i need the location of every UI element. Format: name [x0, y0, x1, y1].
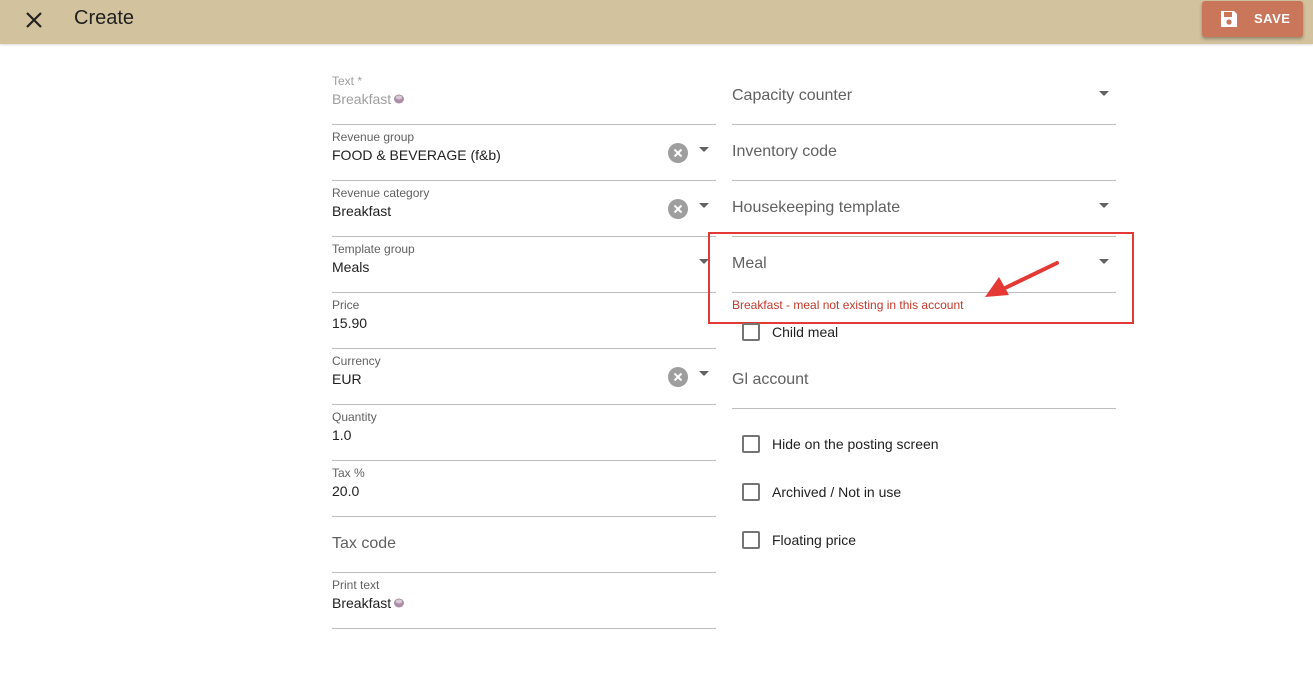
housekeeping-template-placeholder: Housekeeping template — [732, 199, 901, 216]
capacity-counter-select[interactable]: Capacity counter — [732, 68, 1116, 125]
revenue-category-select[interactable]: Revenue category Breakfast — [332, 180, 716, 237]
revenue-category-value: Breakfast — [332, 203, 392, 219]
revenue-category-label: Revenue category — [332, 186, 430, 200]
close-icon[interactable] — [22, 8, 46, 32]
archived-checkbox[interactable] — [742, 483, 760, 501]
price-field[interactable]: Price 15.90 — [332, 292, 716, 349]
template-group-value: Meals — [332, 259, 370, 275]
price-value: 15.90 — [332, 315, 368, 331]
quantity-field[interactable]: Quantity 1.0 — [332, 404, 716, 461]
dropdown-arrow-icon[interactable] — [699, 203, 709, 208]
revenue-group-label: Revenue group — [332, 130, 415, 144]
inventory-code-field[interactable]: Inventory code — [732, 124, 1116, 181]
dropdown-arrow-icon[interactable] — [699, 147, 709, 152]
quantity-value: 1.0 — [332, 427, 352, 443]
save-label: SAVE — [1254, 11, 1291, 26]
currency-label: Currency — [332, 354, 381, 368]
print-text-label: Print text — [332, 578, 380, 592]
child-meal-checkbox[interactable] — [742, 323, 760, 341]
hide-posting-label: Hide on the posting screen — [772, 436, 939, 452]
inventory-code-placeholder: Inventory code — [732, 143, 837, 160]
dropdown-arrow-icon[interactable] — [699, 371, 709, 376]
currency-select[interactable]: Currency EUR — [332, 348, 716, 405]
floppy-disk-icon — [1219, 9, 1239, 29]
clear-icon[interactable] — [668, 143, 688, 163]
child-meal-label: Child meal — [772, 324, 839, 340]
tax-code-placeholder: Tax code — [332, 535, 397, 552]
floating-price-label: Floating price — [772, 532, 857, 548]
quantity-label: Quantity — [332, 410, 377, 424]
dropdown-arrow-icon[interactable] — [1099, 203, 1109, 208]
currency-value: EUR — [332, 371, 362, 387]
archived-label: Archived / Not in use — [772, 484, 902, 500]
gl-account-placeholder: Gl account — [732, 371, 809, 388]
clear-icon[interactable] — [668, 367, 688, 387]
clear-icon[interactable] — [668, 199, 688, 219]
text-field-label: Text * — [332, 74, 363, 88]
template-group-select[interactable]: Template group Meals — [332, 236, 716, 293]
print-text-value: Breakfast — [332, 595, 392, 611]
hide-posting-checkbox[interactable] — [742, 435, 760, 453]
text-field[interactable]: Text * Breakfast — [332, 68, 716, 125]
floating-price-checkbox[interactable] — [742, 531, 760, 549]
coffee-cup-icon — [393, 92, 405, 104]
tax-percent-label: Tax % — [332, 466, 365, 480]
text-field-value: Breakfast — [332, 91, 392, 107]
annotation-highlight-box — [708, 232, 1134, 324]
tax-percent-value: 20.0 — [332, 483, 360, 499]
annotation-arrow-icon — [975, 253, 1065, 308]
capacity-counter-placeholder: Capacity counter — [732, 87, 853, 104]
coffee-cup-icon — [393, 596, 405, 608]
tax-code-field[interactable]: Tax code — [332, 516, 716, 573]
revenue-group-select[interactable]: Revenue group FOOD & BEVERAGE (f&b) — [332, 124, 716, 181]
page-title: Create — [74, 7, 135, 29]
price-label: Price — [332, 298, 360, 312]
revenue-group-value: FOOD & BEVERAGE (f&b) — [332, 147, 501, 163]
tax-percent-field[interactable]: Tax % 20.0 — [332, 460, 716, 517]
print-text-field[interactable]: Print text Breakfast — [332, 572, 716, 629]
housekeeping-template-select[interactable]: Housekeeping template — [732, 180, 1116, 237]
template-group-label: Template group — [332, 242, 415, 256]
app-bar: Create SAVE — [0, 0, 1313, 44]
dropdown-arrow-icon[interactable] — [1099, 91, 1109, 96]
gl-account-field[interactable]: Gl account — [732, 352, 1116, 409]
save-button[interactable]: SAVE — [1202, 1, 1303, 37]
